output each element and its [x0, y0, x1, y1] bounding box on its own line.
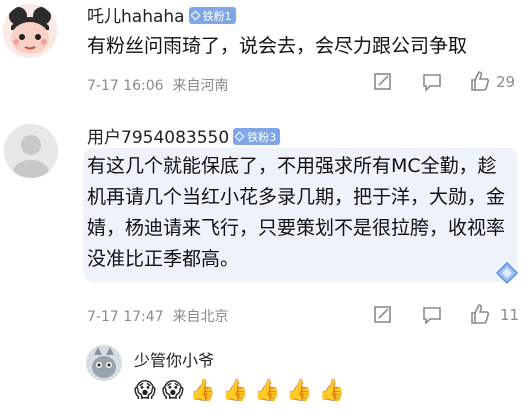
username-text[interactable]: 吒儿hahaha — [87, 7, 185, 27]
avatar[interactable] — [3, 4, 57, 58]
comment-icon[interactable] — [421, 72, 443, 92]
comment-location: 来自北京 — [172, 309, 229, 325]
share-icon[interactable] — [373, 305, 393, 325]
diamond-badge-icon — [495, 261, 519, 285]
comment-icon[interactable] — [421, 305, 443, 325]
like-icon[interactable] — [469, 303, 491, 325]
thumbs-up-emoji-icon: 👍 — [318, 378, 345, 402]
avatar[interactable] — [86, 345, 122, 381]
like-icon[interactable] — [469, 70, 491, 92]
thumbs-up-emoji-icon: 👍 — [189, 378, 216, 402]
diamond-icon — [234, 131, 245, 142]
badge-label: 铁粉1 — [202, 9, 232, 23]
comment-username[interactable]: 用户7954083550 铁粉3 — [87, 123, 281, 148]
comment-meta: 7-17 16:06 来自河南 — [87, 75, 228, 95]
comment-date: 7-17 17:47 — [87, 309, 164, 325]
diamond-icon — [190, 10, 201, 21]
comment-location: 来自河南 — [172, 78, 229, 94]
thumbs-up-emoji-icon: 👍 — [286, 378, 313, 402]
share-icon[interactable] — [373, 72, 393, 92]
username-text[interactable]: 用户7954083550 — [87, 128, 229, 148]
comment-meta: 7-17 17:47 来自北京 — [87, 306, 228, 326]
like-count: 29 — [496, 73, 516, 91]
thumbs-up-emoji-icon: 👍 — [254, 378, 281, 402]
scream-emoji-icon: 😱 — [134, 378, 156, 402]
comment-text: 有这几个就能保底了，不用强求所有MC全勤，趁机再请几个当红小花多录几期，把于洋，… — [87, 155, 506, 270]
comment-username[interactable]: 吒儿hahaha 铁粉1 — [87, 2, 236, 27]
fan-badge: 铁粉1 — [188, 7, 236, 24]
thumbs-up-emoji-icon: 👍 — [221, 378, 249, 402]
comment-date: 7-17 16:06 — [87, 78, 164, 94]
emoji-row: 😱 😱 👍 👍 👍 👍 👍 — [134, 378, 345, 402]
fan-badge: 铁粉3 — [233, 128, 281, 145]
avatar[interactable] — [4, 124, 58, 178]
scream-emoji-icon: 😱 — [161, 378, 184, 402]
like-count: 11 — [500, 306, 520, 324]
comment-text: 有粉丝问雨琦了，说会去，会尽力跟公司争取 — [87, 35, 468, 57]
badge-label: 铁粉3 — [247, 130, 277, 144]
comment-username[interactable]: 少管你小爷 — [134, 347, 214, 371]
